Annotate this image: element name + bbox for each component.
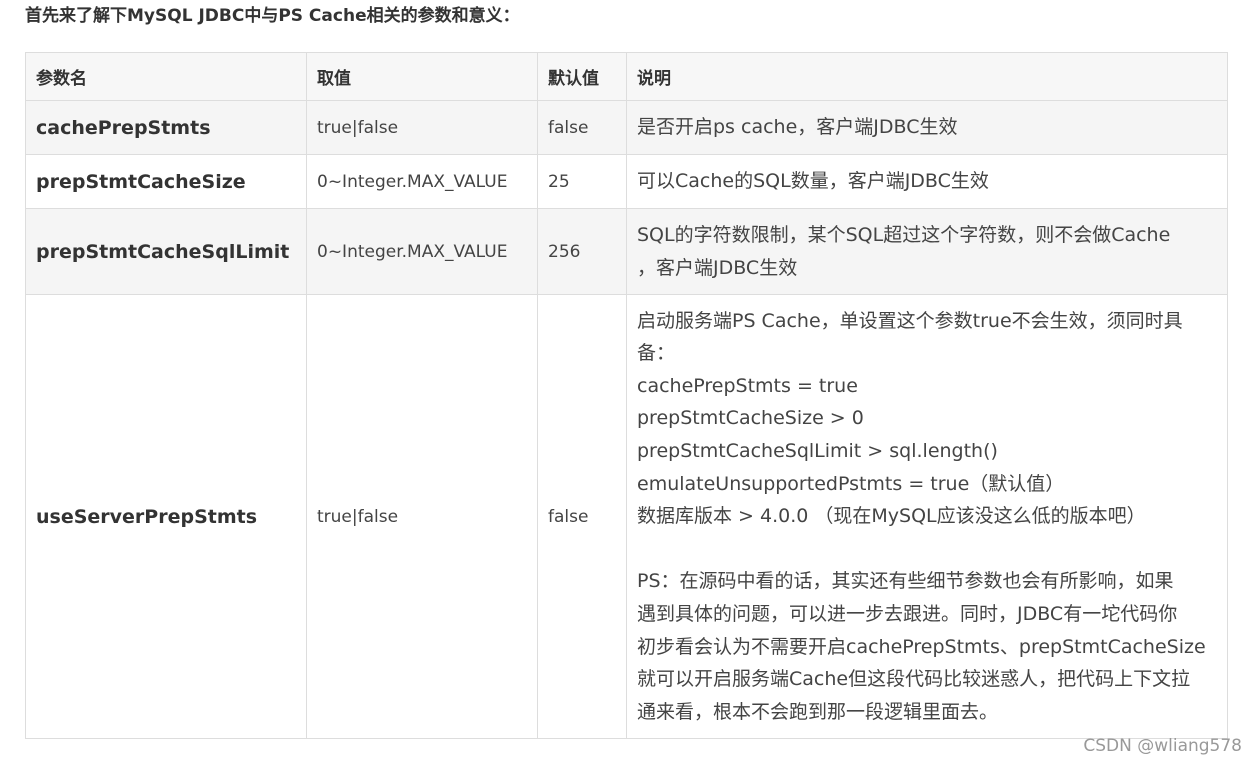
desc-line: 遇到具体的问题，可以进一步去跟进。同时，JDBC有一坨代码你	[637, 602, 1178, 625]
param-name: cachePrepStmts	[25, 100, 307, 155]
param-default: 25	[537, 154, 627, 209]
csdn-watermark: CSDN @wliang578	[1083, 736, 1242, 756]
table-row: prepStmtCacheSize 0~Integer.MAX_VALUE 25…	[25, 154, 1228, 209]
table-row: cachePrepStmts true|false false 是否开启ps c…	[25, 100, 1228, 155]
desc-line: 初步看会认为不需要开启cachePrepStmts、prepStmtCacheS…	[637, 635, 1206, 658]
param-name: prepStmtCacheSize	[25, 154, 307, 209]
header-desc: 说明	[626, 52, 1228, 101]
param-name: useServerPrepStmts	[25, 294, 307, 739]
param-desc: 是否开启ps cache，客户端JDBC生效	[626, 100, 1228, 155]
param-name: prepStmtCacheSqlLimit	[25, 208, 307, 295]
desc-line: 可以Cache的SQL数量，客户端JDBC生效	[637, 170, 989, 193]
param-value: true|false	[306, 294, 538, 739]
desc-line: 通来看，根本不会跑到那一段逻辑里面去。	[637, 700, 999, 723]
desc-line: cachePrepStmts = true	[637, 374, 858, 397]
desc-line: ，客户端JDBC生效	[637, 256, 798, 279]
param-value: 0~Integer.MAX_VALUE	[306, 154, 538, 209]
desc-line: emulateUnsupportedPstmts = true（默认值）	[637, 472, 1065, 495]
desc-line: prepStmtCacheSize > 0	[637, 407, 864, 430]
ps-cache-params-table: 参数名 取值 默认值 说明 cachePrepStmts true|false …	[25, 52, 1228, 739]
table-header-row: 参数名 取值 默认值 说明	[25, 52, 1228, 101]
table-row: useServerPrepStmts true|false false 启动服务…	[25, 294, 1228, 739]
param-desc: 可以Cache的SQL数量，客户端JDBC生效	[626, 154, 1228, 209]
header-name: 参数名	[25, 52, 307, 101]
desc-line: 备：	[637, 342, 676, 365]
desc-line: prepStmtCacheSqlLimit > sql.length()	[637, 440, 998, 463]
param-desc: SQL的字符数限制，某个SQL超过这个字符数，则不会做Cache ，客户端JDB…	[626, 208, 1228, 295]
desc-line: SQL的字符数限制，某个SQL超过这个字符数，则不会做Cache	[637, 223, 1171, 246]
table-row: prepStmtCacheSqlLimit 0~Integer.MAX_VALU…	[25, 208, 1228, 295]
desc-blank-line	[637, 533, 1217, 566]
desc-line: PS：在源码中看的话，其实还有些细节参数也会有所影响，如果	[637, 570, 1174, 593]
desc-line: 就可以开启服务端Cache但这段代码比较迷惑人，把代码上下文拉	[637, 668, 1191, 691]
param-default: 256	[537, 208, 627, 295]
desc-line: 数据库版本 > 4.0.0 （现在MySQL应该没这么低的版本吧）	[637, 505, 1146, 528]
desc-line: 是否开启ps cache，客户端JDBC生效	[637, 116, 958, 139]
param-value: 0~Integer.MAX_VALUE	[306, 208, 538, 295]
header-default: 默认值	[537, 52, 627, 101]
header-value: 取值	[306, 52, 538, 101]
param-default: false	[537, 100, 627, 155]
intro-heading: 首先来了解下MySQL JDBC中与PS Cache相关的参数和意义：	[25, 6, 520, 26]
desc-line: 启动服务端PS Cache，单设置这个参数true不会生效，须同时具	[637, 309, 1183, 332]
param-value: true|false	[306, 100, 538, 155]
param-default: false	[537, 294, 627, 739]
param-desc: 启动服务端PS Cache，单设置这个参数true不会生效，须同时具 备： ca…	[626, 294, 1228, 739]
